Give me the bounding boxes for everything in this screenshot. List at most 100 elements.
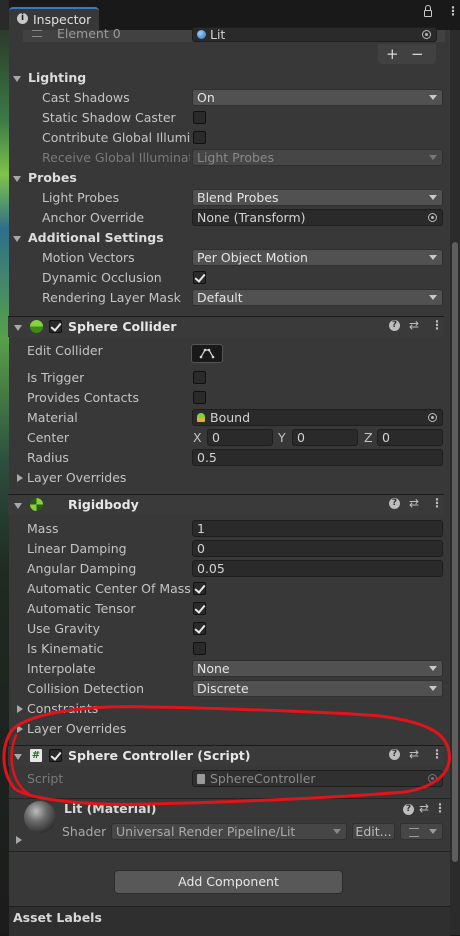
motion-vectors-label: Motion Vectors xyxy=(42,250,135,265)
auto-center-of-mass-label: Automatic Center Of Mass xyxy=(27,581,191,596)
csharp-script-icon: # xyxy=(30,749,42,762)
shader-edit-label: Edit... xyxy=(355,824,392,839)
sphere-collider-icon xyxy=(30,320,43,333)
tab-menu-icon[interactable]: ⋮ xyxy=(447,5,459,17)
scrollbar-thumb[interactable] xyxy=(452,242,458,862)
context-menu-icon[interactable]: ⋮ xyxy=(431,747,443,761)
list-add-button[interactable]: + xyxy=(386,45,399,63)
sphere-collider-header[interactable]: Sphere Collider ? ⇄ ⋮ xyxy=(8,316,444,337)
receive-gi-dropdown[interactable]: Light Probes xyxy=(192,149,443,166)
receive-gi-value: Light Probes xyxy=(197,150,275,165)
constraints-label[interactable]: Constraints xyxy=(27,701,98,716)
is-trigger-checkbox[interactable] xyxy=(193,371,206,384)
object-picker-icon[interactable] xyxy=(428,413,437,422)
lock-icon[interactable] xyxy=(424,10,432,17)
center-z-field[interactable]: 0 xyxy=(377,429,443,446)
probes-header[interactable]: Probes xyxy=(28,170,77,185)
mass-value: 1 xyxy=(197,521,205,536)
presets-icon[interactable]: ⇄ xyxy=(409,747,419,761)
rendering-layer-mask-dropdown[interactable]: Default xyxy=(192,289,443,306)
collision-detection-dropdown[interactable]: Discrete xyxy=(192,680,443,697)
interpolate-label: Interpolate xyxy=(27,661,96,676)
presets-icon[interactable]: ⇄ xyxy=(419,801,429,815)
edit-collider-button[interactable] xyxy=(191,344,223,363)
material-foldout-icon[interactable] xyxy=(16,836,22,844)
rigidbody-layer-overrides-foldout-icon[interactable] xyxy=(17,725,23,733)
rigidbody-header[interactable]: Rigidbody ? ⇄ ⋮ xyxy=(8,494,444,515)
element0-field[interactable]: Lit xyxy=(192,27,437,42)
center-label: Center xyxy=(27,430,70,445)
sphere-collider-enabled-checkbox[interactable] xyxy=(49,320,62,333)
presets-icon[interactable]: ⇄ xyxy=(409,496,419,510)
cast-shadows-value: On xyxy=(197,90,215,105)
radius-field[interactable]: 0.5 xyxy=(192,449,443,466)
sphere-controller-header[interactable]: # Sphere Controller (Script) ? ⇄ ⋮ xyxy=(8,745,444,766)
angular-damping-field[interactable]: 0.05 xyxy=(192,560,443,577)
mass-field[interactable]: 1 xyxy=(192,520,443,537)
collider-layer-overrides-label[interactable]: Layer Overrides xyxy=(27,470,126,485)
linear-damping-field[interactable]: 0 xyxy=(192,540,443,557)
motion-vectors-dropdown[interactable]: Per Object Motion xyxy=(192,249,443,266)
auto-tensor-label: Automatic Tensor xyxy=(27,601,136,616)
auto-tensor-checkbox[interactable] xyxy=(193,602,206,615)
center-y-field[interactable]: 0 xyxy=(292,429,358,446)
dynamic-occlusion-label: Dynamic Occlusion xyxy=(42,270,162,285)
provides-contacts-checkbox[interactable] xyxy=(193,391,206,404)
angular-damping-value: 0.05 xyxy=(197,561,225,576)
chevron-down-icon xyxy=(429,686,437,691)
cast-shadows-dropdown[interactable]: On xyxy=(192,89,443,106)
center-x-value: 0 xyxy=(212,430,220,445)
help-icon[interactable]: ? xyxy=(389,498,400,509)
is-kinematic-checkbox[interactable] xyxy=(193,642,206,655)
additional-foldout-icon[interactable] xyxy=(13,236,21,242)
static-shadow-caster-label: Static Shadow Caster xyxy=(42,110,176,125)
object-picker-icon[interactable] xyxy=(428,774,437,783)
help-icon[interactable]: ? xyxy=(403,804,414,815)
object-picker-icon[interactable] xyxy=(428,213,437,222)
shader-options-dropdown[interactable] xyxy=(400,823,443,840)
help-icon[interactable]: ? xyxy=(389,320,400,331)
shader-dropdown[interactable]: Universal Render Pipeline/Lit xyxy=(111,823,347,840)
add-component-button[interactable]: Add Component xyxy=(114,870,343,894)
light-probes-dropdown[interactable]: Blend Probes xyxy=(192,189,443,206)
asset-labels-title[interactable]: Asset Labels xyxy=(13,910,102,925)
presets-icon[interactable]: ⇄ xyxy=(409,318,419,332)
dynamic-occlusion-checkbox[interactable] xyxy=(193,271,206,284)
use-gravity-checkbox[interactable] xyxy=(193,622,206,635)
lighting-header[interactable]: Lighting xyxy=(28,70,86,85)
cast-shadows-label: Cast Shadows xyxy=(42,90,130,105)
collider-material-field[interactable]: Bound xyxy=(192,409,443,426)
contribute-gi-checkbox[interactable] xyxy=(193,131,206,144)
center-y-label: Y xyxy=(278,430,286,445)
info-icon: i xyxy=(17,13,28,24)
chevron-down-icon xyxy=(429,155,437,160)
anchor-override-field[interactable]: None (Transform) xyxy=(192,209,443,226)
auto-center-of-mass-checkbox[interactable] xyxy=(193,582,206,595)
foldout-icon[interactable] xyxy=(14,754,22,760)
static-shadow-caster-checkbox[interactable] xyxy=(193,111,206,124)
list-remove-button[interactable]: − xyxy=(411,45,424,63)
foldout-icon[interactable] xyxy=(14,503,22,509)
foldout-icon[interactable] xyxy=(14,325,22,331)
collider-layer-overrides-foldout-icon[interactable] xyxy=(17,474,23,482)
context-menu-icon[interactable]: ⋮ xyxy=(431,496,443,510)
is-trigger-label: Is Trigger xyxy=(27,370,85,385)
light-probes-value: Blend Probes xyxy=(197,190,279,205)
context-menu-icon[interactable]: ⋮ xyxy=(434,801,446,815)
script-field[interactable]: SphereController xyxy=(192,770,443,787)
interpolate-dropdown[interactable]: None xyxy=(192,660,443,677)
script-value: SphereController xyxy=(210,771,316,786)
additional-settings-header[interactable]: Additional Settings xyxy=(28,230,164,245)
center-x-field[interactable]: 0 xyxy=(207,429,273,446)
object-picker-icon[interactable] xyxy=(422,30,431,39)
sphere-controller-enabled-checkbox[interactable] xyxy=(49,749,62,762)
drag-handle-icon[interactable] xyxy=(32,30,42,37)
context-menu-icon[interactable]: ⋮ xyxy=(431,318,443,332)
lighting-foldout-icon[interactable] xyxy=(13,76,21,82)
shader-edit-button[interactable]: Edit... xyxy=(352,823,395,840)
rigidbody-layer-overrides-label[interactable]: Layer Overrides xyxy=(27,721,126,736)
constraints-foldout-icon[interactable] xyxy=(17,705,23,713)
help-icon[interactable]: ? xyxy=(389,749,400,760)
chevron-down-icon xyxy=(333,829,341,834)
probes-foldout-icon[interactable] xyxy=(13,176,21,182)
